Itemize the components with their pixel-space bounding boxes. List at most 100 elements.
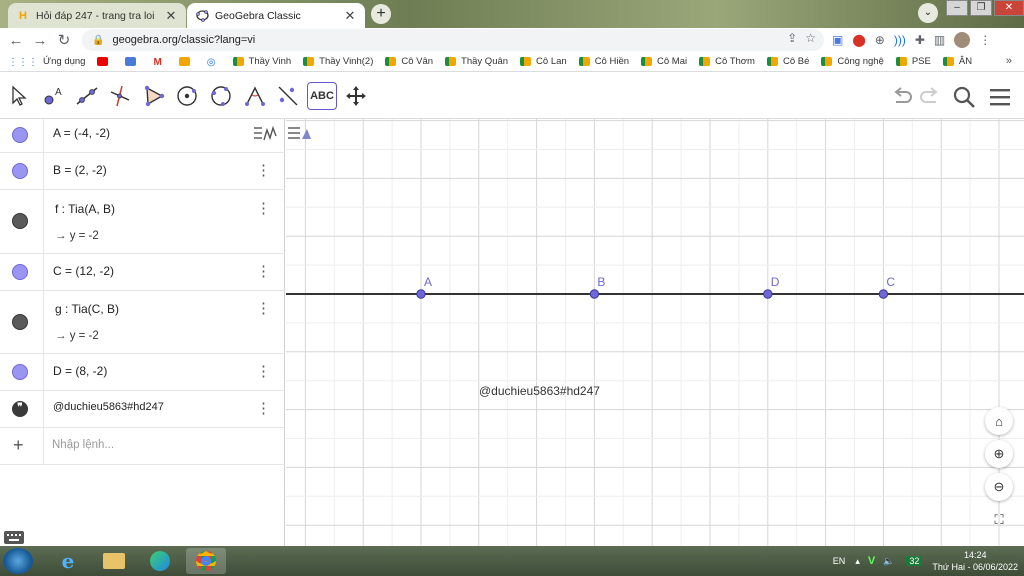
graphics-text-object[interactable]: @duchieu5863#hd247 [479, 384, 600, 398]
line-tool-button[interactable] [72, 82, 102, 110]
bookmark-item[interactable]: Cô Vân [385, 56, 433, 67]
address-bar[interactable]: 🔒 geogebra.org/classic?lang=vi ⇪ ☆ [82, 29, 824, 51]
graphics-canvas[interactable]: A B D C @duchieu5863#hd247 [286, 119, 1024, 546]
visibility-toggle-icon[interactable] [12, 127, 28, 143]
plus-icon[interactable]: + [13, 435, 24, 456]
bookmark-star-icon[interactable]: ☆ [805, 31, 816, 45]
redo-icon[interactable] [918, 86, 942, 108]
visibility-toggle-icon[interactable] [12, 364, 28, 380]
main-menu-icon[interactable] [988, 86, 1012, 108]
visibility-toggle-icon[interactable] [12, 213, 28, 229]
bookmark-circle[interactable]: ◎ [207, 57, 221, 68]
more-options-icon[interactable]: ⋮ [256, 401, 271, 416]
point-tool-button[interactable]: A [38, 82, 68, 110]
forward-icon[interactable]: → [28, 32, 52, 49]
point-B[interactable] [589, 289, 600, 299]
reflect-tool-button[interactable] [273, 82, 303, 110]
tab-close-icon[interactable]: ✕ [343, 8, 357, 24]
keyboard-icon[interactable] [4, 531, 24, 544]
text-tool-button[interactable]: ABC [307, 82, 337, 110]
angle-tool-button[interactable] [240, 82, 270, 110]
graphics-style-bar-icon[interactable] [286, 123, 312, 145]
bookmark-item[interactable]: Công nghệ [821, 56, 884, 67]
file-explorer-icon[interactable] [94, 548, 134, 574]
move-tool-button[interactable] [4, 82, 34, 110]
bookmark-star[interactable] [178, 57, 195, 66]
algebra-row-text[interactable]: ❞ @duchieu5863#hd247 ⋮ [0, 391, 285, 428]
adblock-extension-icon[interactable]: ⬤ [852, 33, 865, 47]
bookmark-item[interactable]: Cô Thơm [699, 56, 755, 67]
object-definition[interactable]: A = (-4, -2) [53, 126, 110, 140]
point-C[interactable] [878, 289, 889, 299]
object-definition[interactable]: g : Tia(C, B) [55, 302, 119, 316]
clock[interactable]: 14:24 Thứ Hai - 06/06/2022 [932, 549, 1018, 573]
bookmark-item[interactable]: PSE [895, 56, 931, 67]
perpendicular-line-tool-button[interactable] [105, 82, 135, 110]
algebra-row-ray-f[interactable]: f : Tia(A, B) → y = -2 ⋮ [0, 190, 285, 254]
bookmark-item[interactable]: Thầy Vinh [232, 56, 291, 67]
vnc-tray-icon[interactable]: V [868, 555, 875, 567]
unikey-badge[interactable]: 32 [906, 556, 923, 566]
tab-geogebra[interactable]: GeoGebra Classic ✕ [187, 3, 365, 28]
bookmark-item[interactable]: Thầy Quân [445, 56, 508, 67]
zoom-in-icon[interactable]: ⊕ [985, 440, 1013, 468]
zoom-out-icon[interactable]: ⊖ [985, 473, 1013, 501]
graphics-view[interactable]: A B D C @duchieu5863#hd247 ⌂ ⊕ ⊖ ⛶ [286, 119, 1024, 546]
algebra-row-ray-g[interactable]: g : Tia(C, B) → y = -2 ⋮ [0, 291, 285, 354]
undo-icon[interactable] [890, 86, 914, 108]
internet-explorer-icon[interactable]: e [48, 548, 88, 574]
object-definition[interactable]: B = (2, -2) [53, 163, 107, 177]
chrome-icon[interactable] [186, 548, 226, 574]
more-options-icon[interactable]: ⋮ [256, 301, 271, 316]
share-icon[interactable]: ⇪ [787, 31, 797, 45]
tray-expand-icon[interactable]: ▴ [855, 556, 860, 567]
object-definition[interactable]: C = (12, -2) [53, 264, 114, 278]
more-options-icon[interactable]: ⋮ [256, 264, 271, 279]
minimize-icon[interactable]: ‒ [946, 0, 968, 16]
bookmark-item[interactable]: Cô Hiền [578, 56, 629, 67]
restore-icon[interactable]: ❐ [970, 0, 992, 16]
search-icon[interactable] [952, 85, 976, 109]
lock-icon[interactable]: 🔒 [92, 35, 104, 46]
home-icon[interactable]: ⌂ [985, 407, 1013, 435]
back-icon[interactable]: ← [4, 32, 28, 49]
tab-search-chevron-icon[interactable]: ⌄ [918, 3, 938, 23]
bookmark-item[interactable]: Cô Bé [766, 56, 809, 67]
chrome-menu-icon[interactable]: ⋮ [979, 33, 991, 47]
extensions-puzzle-icon[interactable]: ✚ [915, 33, 925, 47]
bookmark-item[interactable]: ÂN [942, 56, 972, 67]
volume-icon[interactable]: 🔈 [883, 556, 894, 567]
object-definition[interactable]: D = (8, -2) [53, 364, 107, 378]
more-options-icon[interactable]: ⋮ [256, 201, 271, 216]
new-tab-button[interactable]: + [371, 4, 391, 24]
bookmark-youtube[interactable] [97, 57, 113, 66]
tab-hoidap247[interactable]: H Hỏi đáp 247 - trang tra loi ✕ [8, 3, 186, 28]
more-options-icon[interactable]: ⋮ [256, 364, 271, 379]
sound-extension-icon[interactable]: ))) [894, 33, 906, 47]
bookmark-apps[interactable]: ⋮⋮⋮ Ứng dụng [8, 56, 85, 68]
algebra-row-point-B[interactable]: B = (2, -2) ⋮ [0, 153, 285, 190]
bookmark-item[interactable]: Cô Mai [641, 56, 687, 67]
edge-icon[interactable] [140, 548, 180, 574]
bookmark-item[interactable]: Thầy Vinh(2) [303, 56, 373, 67]
close-window-icon[interactable]: ✕ [994, 0, 1024, 16]
algebra-input[interactable]: Nhập lệnh... [52, 439, 114, 451]
point-A[interactable] [416, 289, 426, 299]
translate-extension-icon[interactable]: ▣ [832, 33, 843, 47]
start-button-icon[interactable] [3, 548, 33, 574]
quote-text-icon[interactable]: ❞ [12, 401, 28, 417]
circle-three-points-tool-button[interactable] [206, 82, 236, 110]
visibility-toggle-icon[interactable] [12, 264, 28, 280]
visibility-toggle-icon[interactable] [12, 163, 28, 179]
download-extension-icon[interactable]: ⊕ [875, 33, 885, 47]
language-indicator[interactable]: EN [833, 556, 846, 566]
circle-center-point-tool-button[interactable] [172, 82, 202, 110]
algebra-row-point-C[interactable]: C = (12, -2) ⋮ [0, 254, 285, 291]
more-options-icon[interactable]: ⋮ [256, 163, 271, 178]
move-graphics-view-tool-button[interactable] [341, 82, 371, 110]
side-panel-icon[interactable]: ▥ [934, 33, 945, 47]
profile-avatar[interactable] [954, 32, 971, 48]
object-definition[interactable]: f : Tia(A, B) [55, 202, 115, 216]
point-D[interactable] [763, 289, 773, 299]
object-definition[interactable]: @duchieu5863#hd247 [53, 401, 164, 413]
